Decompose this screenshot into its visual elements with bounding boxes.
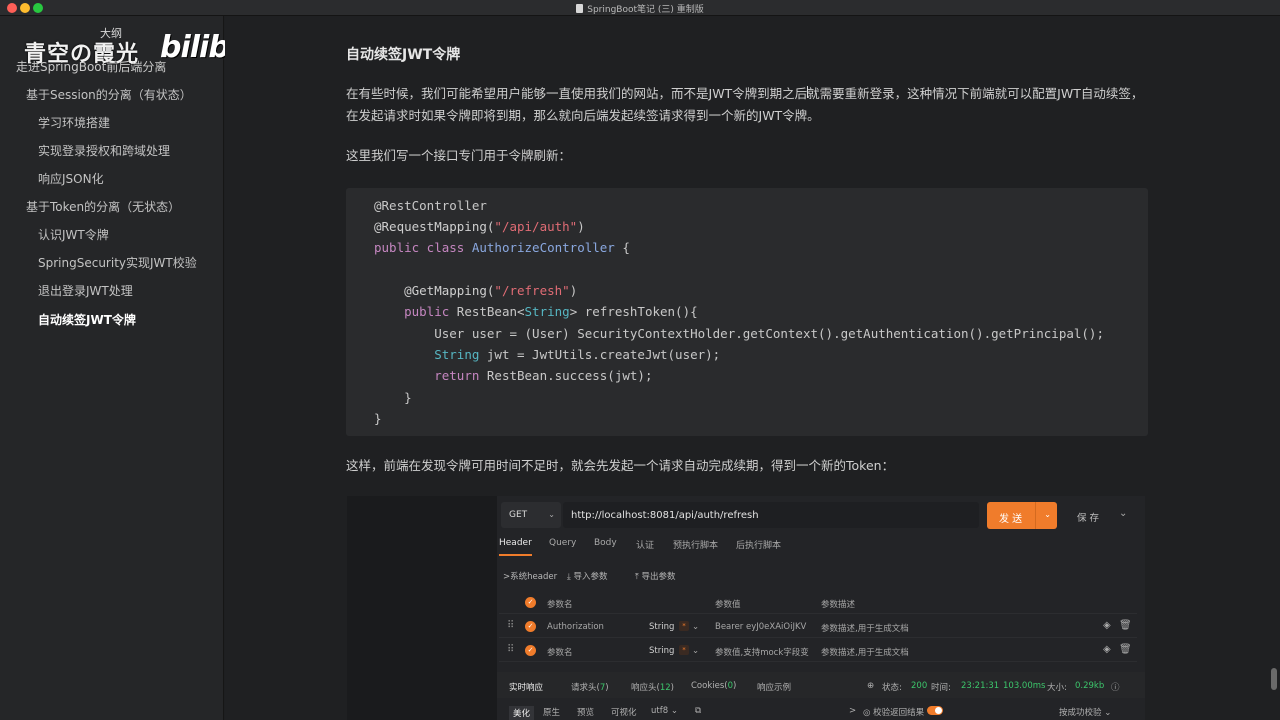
required-icon[interactable]: * [679, 645, 689, 655]
section-heading: 自动续签JWT令牌 [346, 47, 461, 63]
url-input[interactable]: http://localhost:8081/api/auth/refresh [563, 502, 979, 528]
tab-live-response[interactable]: 实时响应 [509, 681, 543, 693]
outline-sidebar: 青空の霞光 bilibili 大纲 走进SpringBoot前后端分离 基于Se… [0, 16, 258, 720]
system-header-toggle[interactable]: >系统header [503, 570, 557, 582]
api-tool-screenshot: GET ⌄ http://localhost:8081/api/auth/refr… [347, 496, 1145, 720]
globe-icon: ⊕ [867, 681, 875, 691]
response-size: 0.29kb [1075, 681, 1105, 691]
outline-label: 大纲 [100, 27, 122, 40]
import-params-button[interactable]: ⤓ 导入参数 [567, 570, 607, 582]
response-duration: 103.00ms [1003, 681, 1046, 691]
status-code: 200 [911, 681, 928, 691]
tab-pre-script[interactable]: 预执行脚本 [673, 538, 718, 551]
check-icon[interactable]: ✓ [525, 621, 536, 632]
view-visual[interactable]: 可视化 [611, 706, 637, 718]
outline-item-login-cors[interactable]: 实现登录授权和跨域处理 [38, 142, 170, 159]
view-pretty[interactable]: 美化 [509, 706, 535, 720]
check-icon[interactable]: ✓ [525, 597, 536, 608]
table-row: ⠿ ✓ Authorization String * ⌄ Bearer eyJ0… [499, 616, 1137, 638]
tab-body[interactable]: Body [594, 538, 617, 548]
code-line: @RequestMapping("/api/auth") [374, 219, 585, 234]
window-title: SpringBoot笔记 (三) 重制版 [0, 2, 1280, 15]
response-view-bar: 美化 原生 预览 可视化 utf8 ⌄ ⧉ > ◎ 校验返回结果 按成功校验 ⌄ [497, 702, 1145, 720]
cube-icon[interactable]: ◈ [1103, 644, 1111, 655]
required-icon[interactable]: * [679, 621, 689, 631]
tab-query[interactable]: Query [549, 538, 576, 548]
save-button[interactable]: 保 存 [1077, 510, 1099, 524]
param-table-header: ✓ 参数名 参数值 参数描述 [499, 592, 1137, 614]
check-icon[interactable]: ✓ [525, 645, 536, 656]
paragraph-renew: 这样，前端在发现令牌可用时间不足时，就会先发起一个请求自动完成续期，得到一个新的… [346, 458, 895, 473]
chevron-down-icon[interactable]: ⌄ [1119, 508, 1127, 519]
paragraph-endpoint: 这里我们写一个接口专门用于令牌刷新： [346, 148, 572, 163]
chevron-down-icon[interactable]: ⌄ [692, 622, 699, 632]
chevron-down-icon[interactable]: ⌄ [1044, 510, 1051, 519]
method-select[interactable]: GET ⌄ [501, 502, 561, 528]
tab-cookies[interactable]: Cookies(0) [691, 681, 736, 691]
document-icon [576, 4, 584, 13]
size-label: 大小: [1047, 683, 1067, 693]
code-line: } [374, 411, 382, 426]
code-line: String jwt = JwtUtils.createJwt(user); [434, 347, 721, 362]
tab-response-headers[interactable]: 响应头(12) [631, 681, 674, 693]
status-label: 状态: [882, 683, 902, 693]
outline-item-env[interactable]: 学习环境搭建 [38, 114, 110, 131]
info-icon[interactable]: ⓘ [1111, 681, 1120, 693]
code-line: User user = (User) SecurityContextHolder… [374, 326, 1104, 341]
code-line: @RestController [374, 198, 487, 213]
tab-auth[interactable]: 认证 [636, 538, 654, 551]
outline-item-logout[interactable]: 退出登录JWT处理 [38, 282, 133, 299]
window-titlebar: SpringBoot笔记 (三) 重制版 [0, 0, 1280, 16]
encoding-select[interactable]: utf8 ⌄ [651, 706, 678, 716]
copy-icon[interactable]: ⧉ [695, 706, 701, 716]
drag-handle-icon[interactable]: ⠿ [507, 620, 514, 631]
chevron-down-icon[interactable]: ⌄ [692, 646, 699, 656]
time-label: 时间: [931, 683, 951, 693]
document-content: 自动续签JWT令牌 在有些时候，我们可能希望用户能够一直使用我们的网站，而不是J… [225, 16, 1280, 720]
verify-toggle[interactable] [927, 706, 943, 715]
send-button[interactable]: 发 送 ⌄ [987, 502, 1057, 529]
code-line: return RestBean.success(jwt); [434, 368, 653, 383]
code-line: } [374, 390, 412, 405]
cube-icon[interactable]: ◈ [1103, 620, 1111, 631]
tab-post-script[interactable]: 后执行脚本 [736, 538, 781, 551]
response-tabs: 实时响应 请求头(7) 响应头(12) Cookies(0) 响应示例 ⊕ 状态… [497, 672, 1145, 698]
outline-item-json[interactable]: 响应JSON化 [38, 170, 104, 187]
code-block[interactable]: @RestController @RequestMapping("/api/au… [346, 188, 1148, 436]
verify-mode-select[interactable]: 按成功校验 ⌄ [1059, 706, 1111, 718]
outline-item-token[interactable]: 基于Token的分离（无状态） [26, 198, 180, 215]
tab-header[interactable]: Header [499, 538, 532, 556]
code-line: @GetMapping("/refresh") [374, 283, 578, 298]
code-line: public RestBean<String> refreshToken(){ [374, 304, 698, 319]
trash-icon[interactable]: 🗑 [1119, 644, 1132, 655]
tab-request-headers[interactable]: 请求头(7) [571, 681, 609, 693]
view-preview[interactable]: 预览 [577, 706, 594, 718]
outline-item-jwt-verify[interactable]: SpringSecurity实现JWT校验 [38, 254, 197, 271]
view-raw[interactable]: 原生 [543, 706, 560, 718]
api-tool-panel: GET ⌄ http://localhost:8081/api/auth/refr… [497, 496, 1145, 720]
paragraph-intro: 在有些时候，我们可能希望用户能够一直使用我们的网站，而不是JWT令牌到期之后就需… [346, 86, 1144, 123]
chevron-down-icon: ⌄ [548, 510, 555, 519]
outline-item-jwt-intro[interactable]: 认识JWT令牌 [38, 226, 109, 243]
tab-response-examples[interactable]: 响应示例 [757, 681, 791, 693]
outline-root[interactable]: 走进SpringBoot前后端分离 [16, 58, 166, 75]
outline-item-renew[interactable]: 自动续签JWT令牌 [38, 311, 136, 328]
response-time: 23:21:31 [961, 681, 1000, 691]
scrollbar-thumb[interactable] [1271, 668, 1277, 690]
export-params-button[interactable]: ⤒ 导出参数 [635, 570, 675, 582]
drag-handle-icon[interactable]: ⠿ [507, 644, 514, 655]
trash-icon[interactable]: 🗑 [1119, 620, 1132, 631]
table-row: ⠿ ✓ 参数名 String * ⌄ 参数值,支持mock字段变 参数描述,用于… [499, 640, 1137, 662]
verify-label: ◎ 校验返回结果 [863, 708, 925, 718]
outline-item-session[interactable]: 基于Session的分离（有状态） [26, 86, 192, 103]
chevron-right-icon[interactable]: > [849, 706, 856, 716]
code-line: public class AuthorizeController { [374, 240, 630, 255]
